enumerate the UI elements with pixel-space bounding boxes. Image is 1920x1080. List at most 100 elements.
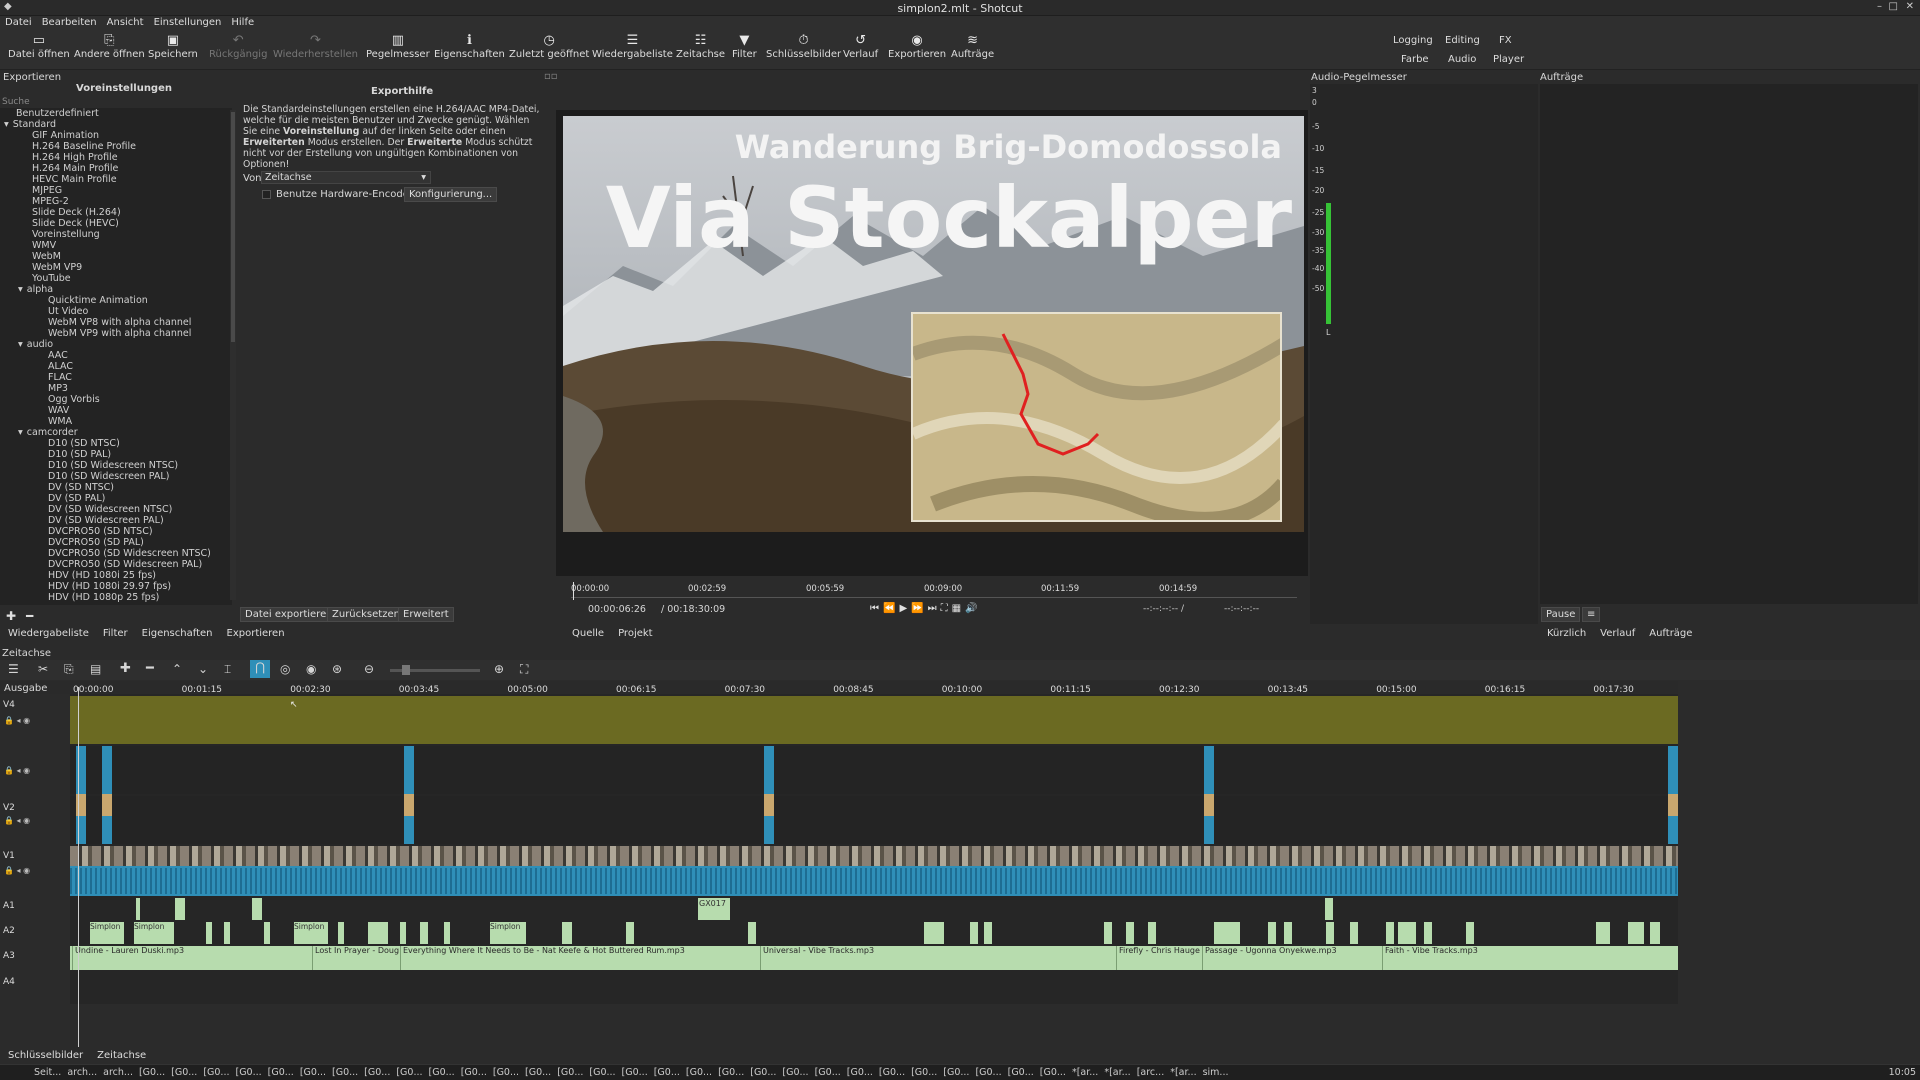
taskbar-item[interactable]: [G0... (654, 1067, 680, 1078)
preset-item[interactable]: WMA (0, 416, 232, 427)
preset-item[interactable]: D10 (SD PAL) (0, 449, 232, 460)
transition-clip[interactable] (404, 746, 414, 844)
redo-button[interactable]: ↷ Wiederherstellen (273, 33, 358, 60)
a2-clip[interactable] (224, 922, 230, 944)
a2-clip[interactable]: Simplon (90, 922, 124, 944)
preset-scroll-thumb[interactable] (231, 112, 235, 342)
taskbar-item[interactable]: sim... (1203, 1067, 1229, 1078)
zoom-in-icon[interactable]: ⊕ (494, 662, 504, 676)
taskbar-item[interactable]: [G0... (911, 1067, 937, 1078)
tab-timeline[interactable]: Zeitachse (97, 1050, 146, 1061)
transition-clip[interactable] (1204, 746, 1214, 844)
preset-item[interactable]: Ut Video (0, 306, 232, 317)
tab-recent[interactable]: Kürzlich (1547, 628, 1586, 639)
track-v1-clips[interactable] (70, 846, 1678, 896)
taskbar-item[interactable]: [G0... (879, 1067, 905, 1078)
a2-clip[interactable] (1326, 922, 1334, 944)
a2-clip[interactable] (1350, 922, 1358, 944)
expand-arrow-icon[interactable]: ▾ (4, 119, 9, 130)
preset-item[interactable]: ALAC (0, 361, 232, 372)
preset-item[interactable]: Quicktime Animation (0, 295, 232, 306)
taskbar-item[interactable]: [G0... (493, 1067, 519, 1078)
preset-item[interactable]: ▾ audio (0, 339, 232, 350)
taskbar-item[interactable]: [G0... (557, 1067, 583, 1078)
taskbar-item[interactable]: [G0... (1040, 1067, 1066, 1078)
preset-item[interactable]: Benutzerdefiniert (0, 108, 232, 119)
a2-clip[interactable] (1386, 922, 1394, 944)
history-button[interactable]: ↺ Verlauf (843, 33, 878, 60)
expand-arrow-icon[interactable]: ▾ (18, 339, 23, 350)
taskbar-item[interactable]: [G0... (718, 1067, 744, 1078)
a2-clip[interactable] (420, 922, 428, 944)
a2-clip[interactable] (444, 922, 450, 944)
preset-item[interactable]: D10 (SD Widescreen PAL) (0, 471, 232, 482)
paste-icon[interactable]: ▤ (90, 662, 101, 676)
zoom-icon[interactable]: ⛶ (941, 603, 952, 614)
track-v4-clip[interactable] (70, 696, 1678, 744)
tab-properties[interactable]: Eigenschaften (142, 628, 213, 639)
zoom-fit-icon[interactable]: ⛶ (520, 662, 528, 677)
a2-clip[interactable] (264, 922, 270, 944)
minimize-icon[interactable]: – (1877, 1, 1882, 12)
preset-item[interactable]: Ogg Vorbis (0, 394, 232, 405)
a2-clip[interactable] (1424, 922, 1432, 944)
a2-clip[interactable] (368, 922, 388, 944)
lift-icon[interactable]: ⌃ (172, 662, 182, 676)
a1-clip-gx017[interactable]: GX017 (698, 898, 730, 920)
copy-icon[interactable]: ⎘ (64, 662, 74, 677)
transition-clip[interactable] (102, 746, 112, 844)
preset-item[interactable]: MJPEG (0, 185, 232, 196)
taskbar-item[interactable]: [G0... (332, 1067, 358, 1078)
workspace-farbe[interactable]: Farbe (1401, 54, 1429, 65)
a2-clip[interactable]: Simplon (294, 922, 328, 944)
taskbar-item[interactable]: [G0... (429, 1067, 455, 1078)
preset-item[interactable]: YouTube (0, 273, 232, 284)
taskbar-item[interactable]: [G0... (782, 1067, 808, 1078)
a3-clip[interactable]: Universal - Vibe Tracks.mp3 (760, 946, 1116, 970)
a2-clip[interactable] (562, 922, 572, 944)
preset-item[interactable]: H.264 Main Profile (0, 163, 232, 174)
a2-clip[interactable] (1268, 922, 1276, 944)
properties-button[interactable]: ℹ Eigenschaften (434, 33, 505, 60)
a2-clip[interactable] (1214, 922, 1240, 944)
taskbar-item[interactable]: [G0... (139, 1067, 165, 1078)
keyframes-button[interactable]: ⏱ Schlüsselbilder (766, 33, 841, 60)
preset-item[interactable]: WebM VP9 with alpha channel (0, 328, 232, 339)
preset-item[interactable]: Slide Deck (HEVC) (0, 218, 232, 229)
workspace-fx[interactable]: FX (1499, 35, 1512, 46)
a2-clip[interactable] (1148, 922, 1156, 944)
preset-item[interactable]: MPEG-2 (0, 196, 232, 207)
viewer-playhead[interactable] (573, 582, 574, 600)
ripple-icon[interactable]: ◉ (306, 662, 316, 676)
a2-clip[interactable] (338, 922, 344, 944)
a2-clip[interactable] (1104, 922, 1112, 944)
menu-datei[interactable]: Datei (0, 16, 37, 29)
grid-icon[interactable]: ▦ (952, 603, 965, 614)
a2-clip[interactable] (1398, 922, 1416, 944)
a2-clip[interactable] (748, 922, 756, 944)
taskbar-item[interactable]: [G0... (268, 1067, 294, 1078)
a1-clip[interactable] (175, 898, 185, 920)
remove-preset-icon[interactable]: ━ (26, 609, 33, 623)
preset-item[interactable]: ▾ camcorder (0, 427, 232, 438)
preset-item[interactable]: D10 (SD NTSC) (0, 438, 232, 449)
taskbar-item[interactable]: [G0... (589, 1067, 615, 1078)
hw-encoder-checkbox[interactable] (262, 190, 271, 199)
a2-clip[interactable] (984, 922, 992, 944)
overwrite-icon[interactable]: ⌄ (198, 662, 208, 676)
preset-item[interactable]: H.264 Baseline Profile (0, 141, 232, 152)
a2-clip[interactable] (1466, 922, 1474, 944)
taskbar-item[interactable]: [G0... (975, 1067, 1001, 1078)
a3-clip[interactable]: Firefly - Chris Hauge (1116, 946, 1200, 970)
pause-button[interactable]: Pause (1541, 607, 1581, 622)
a2-clip[interactable] (1284, 922, 1292, 944)
expand-arrow-icon[interactable]: ▾ (18, 284, 23, 295)
preset-item[interactable]: Voreinstellung (0, 229, 232, 240)
a2-clip[interactable] (206, 922, 212, 944)
reset-button[interactable]: Zurücksetzen (327, 607, 405, 622)
workspace-audio[interactable]: Audio (1448, 54, 1476, 65)
a2-clip[interactable] (1126, 922, 1134, 944)
fast-forward-icon[interactable]: ⏩ (911, 603, 927, 614)
a2-clip[interactable]: Simplon (134, 922, 174, 944)
a1-clip[interactable] (1325, 898, 1333, 920)
